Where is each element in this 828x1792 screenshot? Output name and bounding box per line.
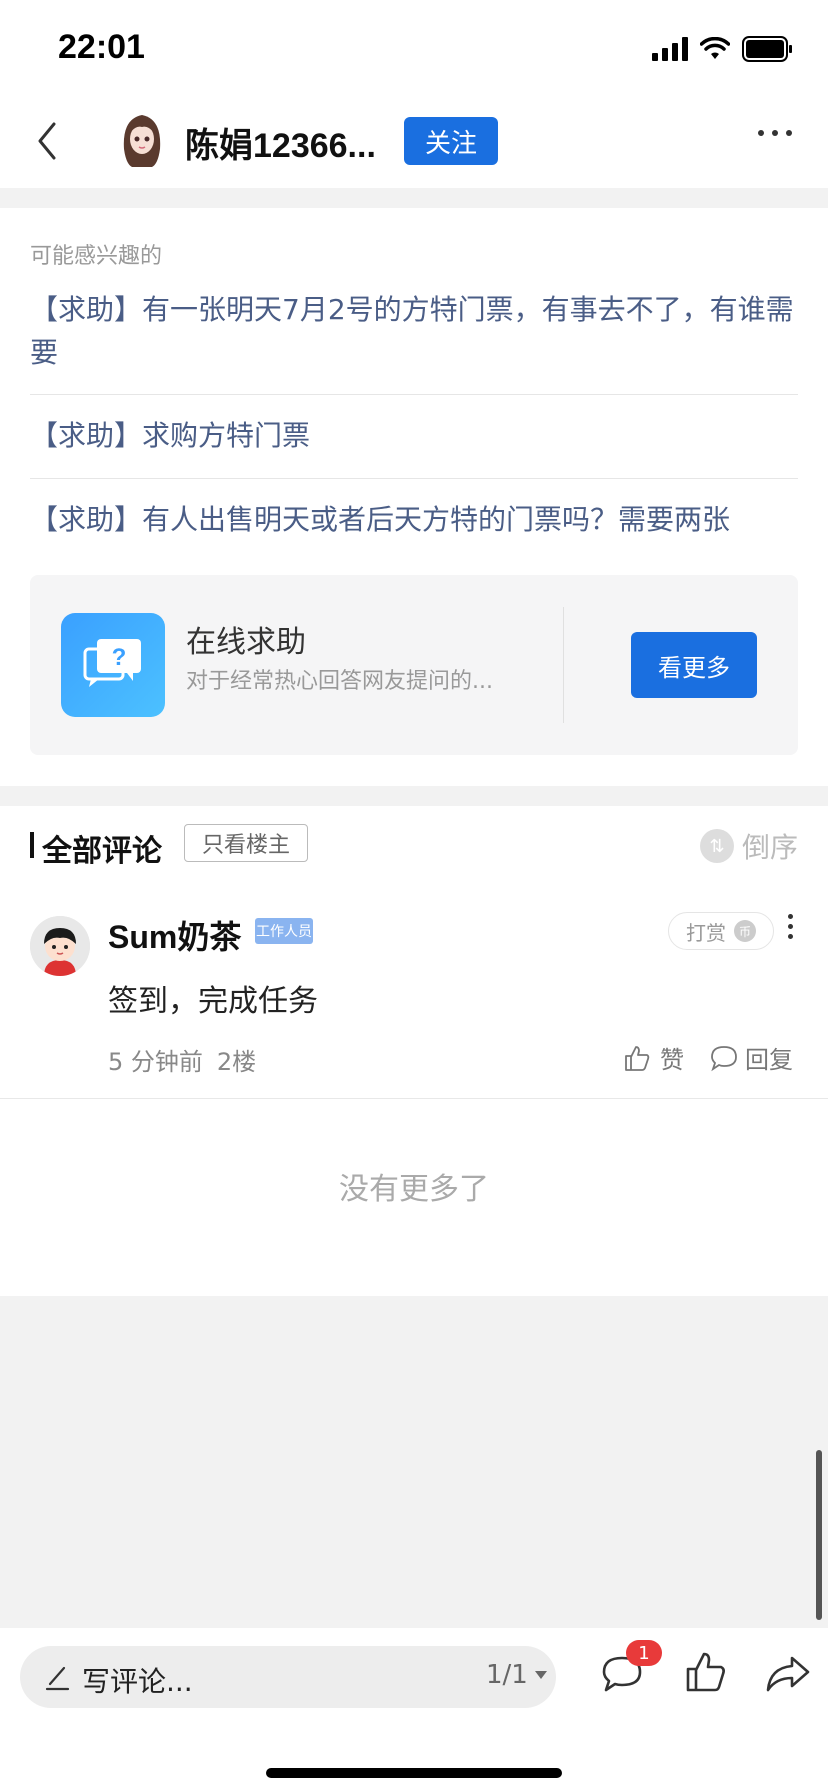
scrollbar[interactable]	[816, 1450, 822, 1620]
tip-label: 打赏	[686, 920, 726, 945]
sort-order-button[interactable]: ⇅ 倒序	[699, 826, 798, 866]
see-more-button[interactable]: 看更多	[631, 632, 757, 698]
caret-down-icon	[534, 1671, 547, 1679]
sort-label: 倒序	[741, 831, 798, 864]
share-button[interactable]	[764, 1652, 812, 1696]
section-marker	[30, 832, 34, 858]
author-name[interactable]: 陈娟12366...	[185, 118, 376, 167]
comments-title: 全部评论	[42, 834, 162, 869]
commenter-avatar[interactable]	[30, 916, 90, 976]
page-selector[interactable]: 1/1	[486, 1660, 548, 1690]
reply-label: 回复	[745, 1046, 793, 1074]
thumbs-up-icon	[625, 1045, 650, 1071]
dot-icon	[786, 130, 792, 136]
status-bar: 22:01	[0, 0, 828, 94]
dot-icon	[772, 130, 778, 136]
bottom-action-bar: 写评论... 1/1 1	[0, 1628, 828, 1792]
promo-title: 在线求助	[186, 625, 306, 660]
like-post-button[interactable]	[684, 1650, 728, 1694]
divider	[563, 607, 564, 723]
author-avatar[interactable]	[118, 109, 166, 169]
related-posts-section: 可能感兴趣的 【求助】有一张明天7月2号的方特门票，有事去不了，有谁需要 【求助…	[0, 208, 828, 786]
related-section-title: 可能感兴趣的	[30, 244, 163, 269]
no-more-comments-label: 没有更多了	[339, 1172, 489, 1207]
comment-time: 5 分钟前	[108, 1048, 203, 1076]
coin-icon: 币	[734, 920, 756, 942]
like-comment-button[interactable]: 赞	[622, 1040, 684, 1075]
promo-description: 对于经常热心回答网友提问的...	[186, 669, 493, 694]
reply-comment-button[interactable]: 回复	[709, 1040, 793, 1075]
write-comment-input[interactable]: 写评论... 1/1	[20, 1646, 556, 1708]
status-icons	[652, 36, 794, 62]
post-header: 陈娟12366... 关注	[0, 94, 828, 188]
page-indicator-label: 1/1	[486, 1660, 528, 1690]
comment-meta: 5 分钟前 2楼	[108, 1042, 256, 1077]
tip-button[interactable]: 打赏 币	[668, 912, 774, 950]
comment-floor: 2楼	[216, 1048, 257, 1076]
more-options-button[interactable]	[758, 130, 792, 136]
battery-icon	[742, 36, 792, 62]
comment-input-placeholder: 写评论...	[82, 1665, 193, 1698]
follow-button[interactable]: 关注	[404, 117, 498, 165]
status-time: 22:01	[58, 28, 145, 66]
related-post-link[interactable]: 【求助】有一张明天7月2号的方特门票，有事去不了，有谁需要	[30, 288, 798, 374]
post-detail-page: 22:01 陈娟12366... 关注 可能感兴趣的 【求助】有一张明天7月2号…	[0, 0, 828, 1792]
dot-icon	[758, 130, 764, 136]
pen-icon	[45, 1666, 70, 1691]
author-only-filter-button[interactable]: 只看楼主	[184, 824, 308, 862]
wifi-icon	[700, 37, 730, 59]
staff-badge: 工作人员	[255, 918, 313, 944]
back-button[interactable]	[26, 116, 76, 166]
sort-icon: ⇅	[699, 829, 734, 863]
svg-text:?: ?	[112, 644, 127, 671]
cellular-signal-icon	[652, 37, 688, 61]
related-post-link[interactable]: 【求助】有人出售明天或者后天方特的门票吗？需要两张	[30, 498, 798, 541]
comment-more-button[interactable]	[788, 914, 793, 939]
comment-count-badge: 1	[626, 1640, 662, 1666]
related-post-link[interactable]: 【求助】求购方特门票	[30, 414, 798, 457]
divider	[0, 1098, 828, 1099]
comments-section: 全部评论 只看楼主 ⇅ 倒序 Sum奶茶 工作人员 打赏 币 签到，完成任务 5…	[0, 806, 828, 1296]
commenter-name[interactable]: Sum奶茶	[108, 912, 241, 958]
speech-bubble-icon	[711, 1045, 737, 1071]
comment-text: 签到，完成任务	[108, 984, 318, 1019]
divider	[30, 394, 798, 395]
question-chat-icon: ?	[61, 613, 165, 717]
divider	[30, 478, 798, 479]
home-indicator	[266, 1768, 562, 1778]
like-label: 赞	[660, 1046, 684, 1074]
online-help-card[interactable]: ? 在线求助 对于经常热心回答网友提问的... 看更多	[30, 575, 798, 755]
